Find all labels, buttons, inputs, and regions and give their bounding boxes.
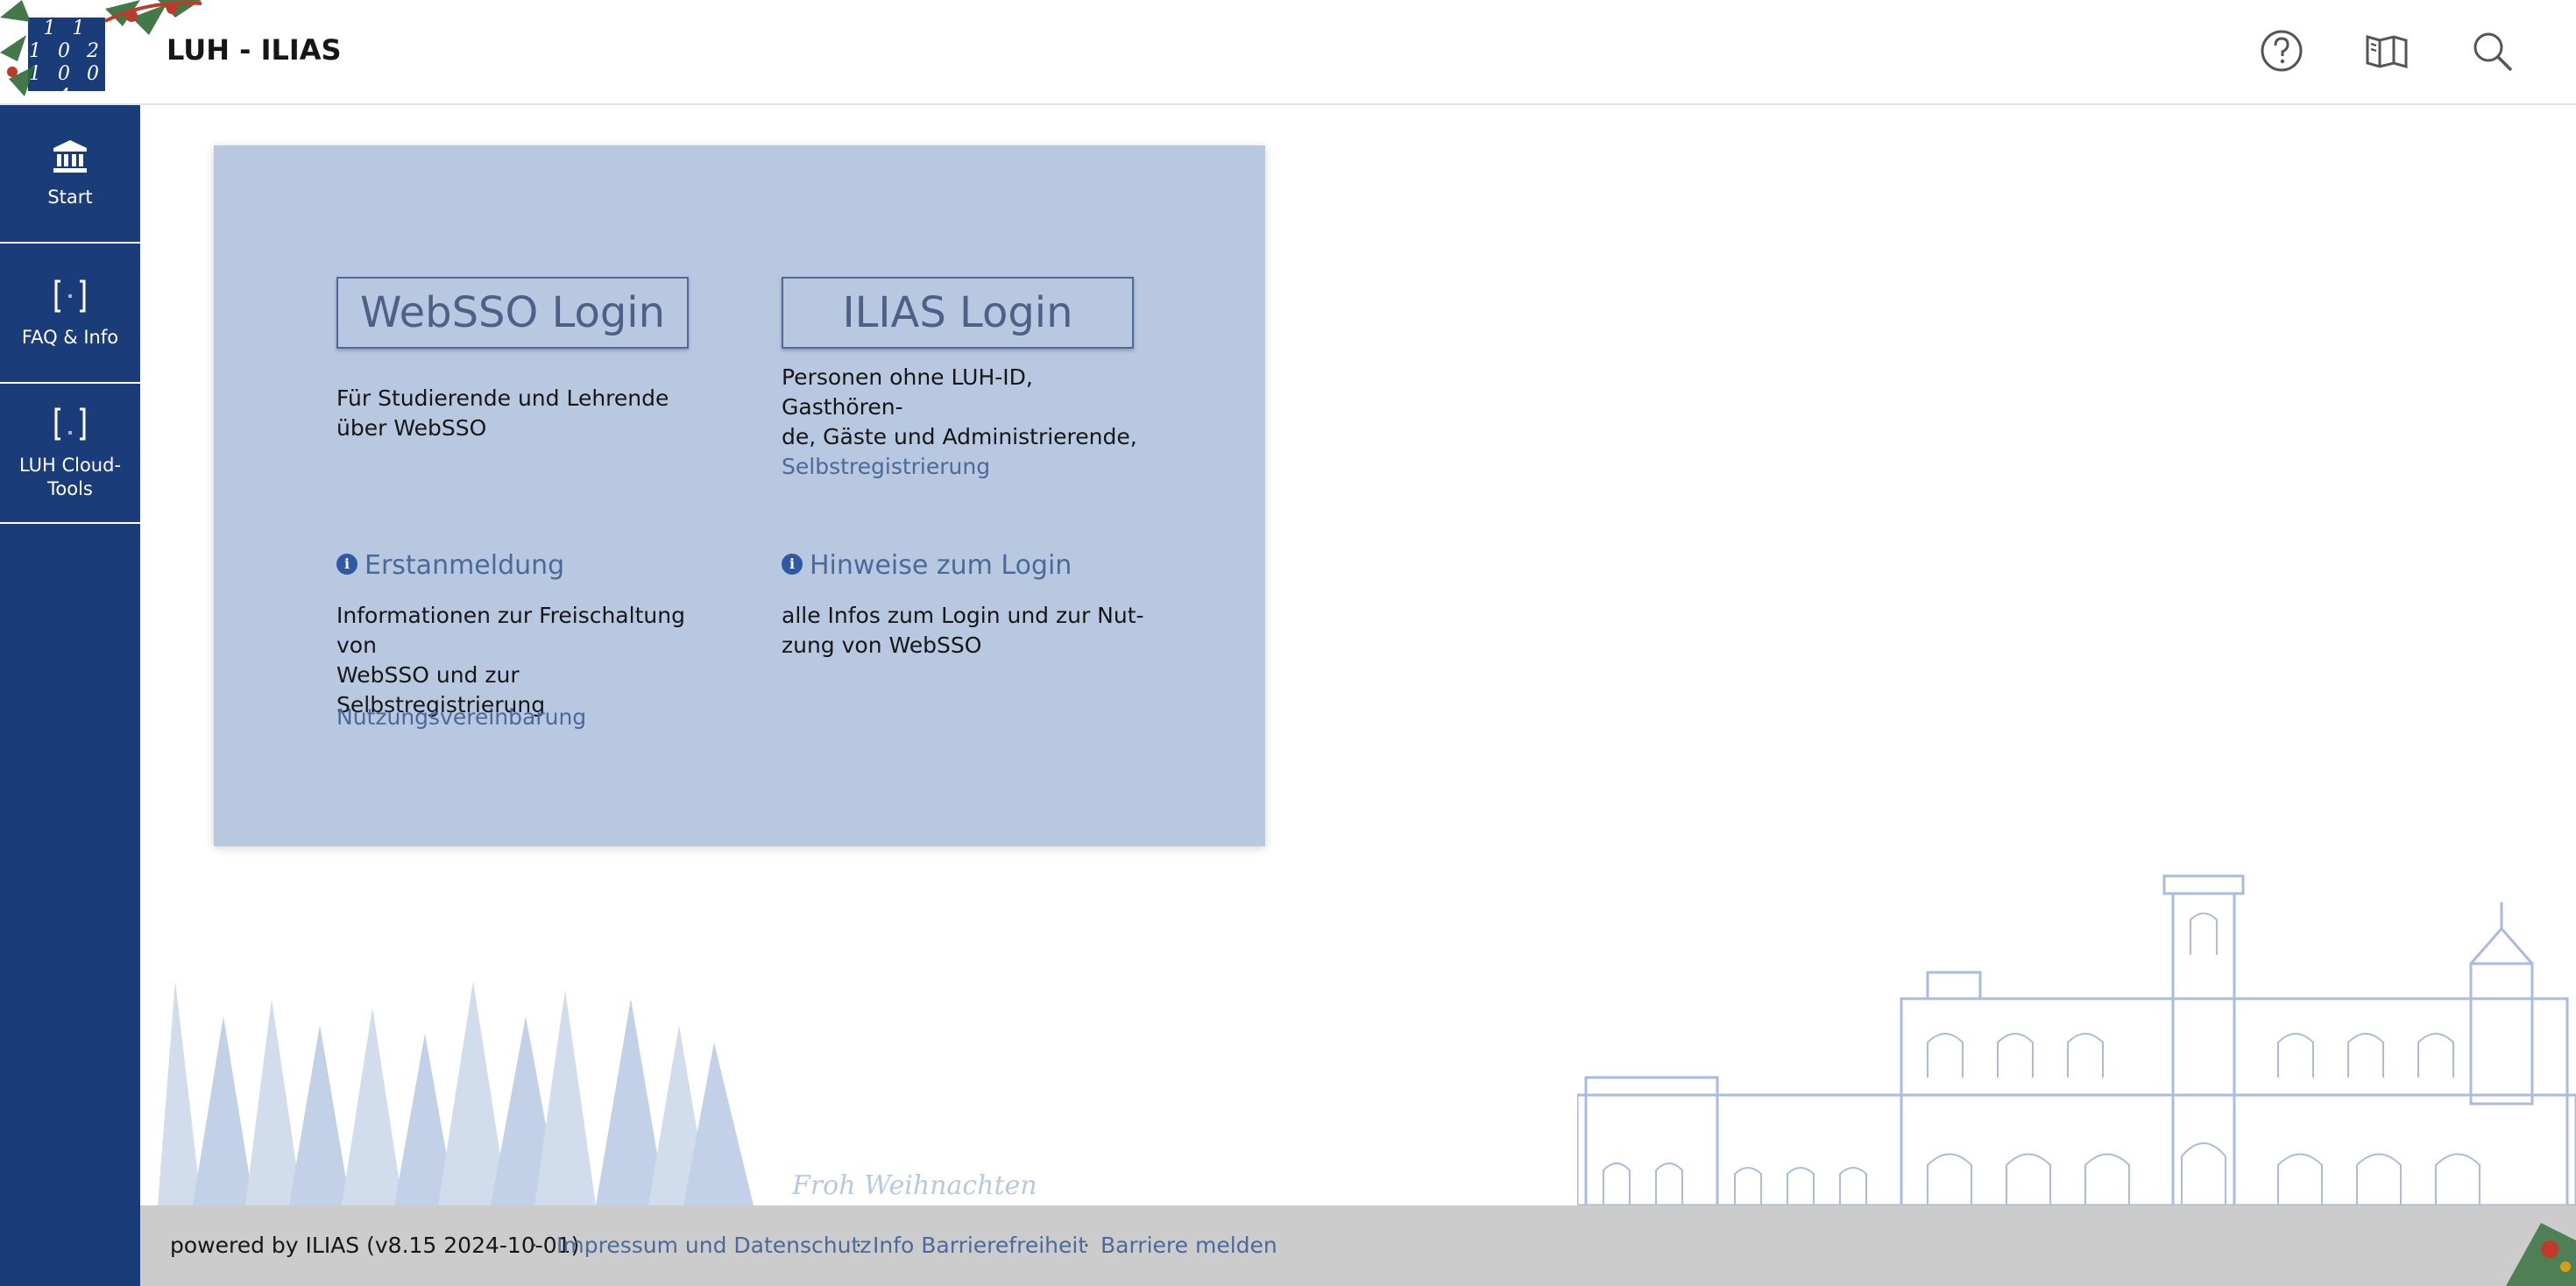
sidebar-item-faq-info[interactable]: FAQ & Info (0, 245, 140, 384)
map-icon[interactable] (2362, 26, 2411, 75)
footer-separator: · (531, 1233, 538, 1258)
login-card: WebSSO Login Für Studierende und Lehrend… (214, 145, 1265, 846)
imprint-privacy-link[interactable]: Impressum und Datenschutz (556, 1205, 871, 1286)
sidebar-item-label: Start (47, 187, 93, 208)
greeting-text: Froh Weihnachten (792, 1170, 1037, 1201)
ilias-login-button[interactable]: ILIAS Login (782, 277, 1134, 349)
ilias-description: Personen ohne LUH-ID, Gasthören- de, Gäs… (782, 363, 1150, 482)
login-hints-description-line-1: alle Infos zum Login und zur Nut- (782, 603, 1144, 628)
login-hints-heading: Hinweise zum Login (810, 550, 1072, 581)
footer-separator: · (855, 1233, 862, 1258)
powered-by-text: powered by ILIAS (v8.15 2024-10-01) (170, 1233, 580, 1258)
ilias-description-line-2: de, Gäste und Administrierende, (782, 424, 1137, 449)
login-hints-description: alle Infos zum Login und zur Nut- zung v… (782, 601, 1167, 661)
sidebar-item-start[interactable]: Start (0, 105, 140, 244)
header-bar: 1 1 1 0 2 1 0 0 4 LUH - ILIAS (0, 0, 2576, 105)
main-sidebar: Start FAQ & Info LUH Cloud-Tools (0, 105, 140, 1286)
login-hints-description-line-2: zung von WebSSO (782, 632, 982, 658)
websso-description: Für Studierende und Lehrende über WebSSO (336, 385, 669, 441)
placeholder-icon (54, 279, 86, 313)
report-barrier-link[interactable]: Barriere melden (1100, 1205, 1277, 1286)
info-icon: i (782, 553, 803, 575)
app-title: LUH - ILIAS (166, 33, 342, 67)
castle-illustration (1577, 874, 2576, 1205)
christmas-ornament-icon (2506, 1223, 2576, 1286)
institution-icon (53, 140, 87, 173)
search-icon[interactable] (2467, 26, 2516, 75)
ilias-description-line-1: Personen ohne LUH-ID, Gasthören- (782, 364, 1033, 420)
login-hints-link[interactable]: i Hinweise zum Login (782, 550, 1072, 581)
first-login-description-line-1: Informationen zur Freischaltung von (336, 603, 685, 658)
winter-trees-illustration (158, 981, 754, 1205)
first-login-heading: Erstanmeldung (364, 550, 565, 581)
sidebar-item-label: LUH Cloud-Tools (18, 455, 122, 499)
websso-login-button[interactable]: WebSSO Login (336, 277, 689, 349)
sidebar-item-luh-cloud-tools[interactable]: LUH Cloud-Tools (0, 385, 140, 524)
sidebar-item-label: FAQ & Info (21, 327, 119, 348)
footer-bar: powered by ILIAS (v8.15 2024-10-01) · Im… (140, 1205, 2576, 1286)
info-icon: i (336, 553, 357, 575)
footer-separator: · (1083, 1233, 1090, 1258)
terms-of-use-link[interactable]: Nutzungsvereinbarung (336, 703, 586, 732)
placeholder-icon (54, 407, 86, 441)
self-registration-link[interactable]: Selbstregistrierung (782, 452, 1150, 482)
help-icon[interactable] (2257, 26, 2306, 75)
first-login-link[interactable]: i Erstanmeldung (336, 550, 564, 581)
accessibility-info-link[interactable]: Info Barrierefreiheit (873, 1205, 1086, 1286)
